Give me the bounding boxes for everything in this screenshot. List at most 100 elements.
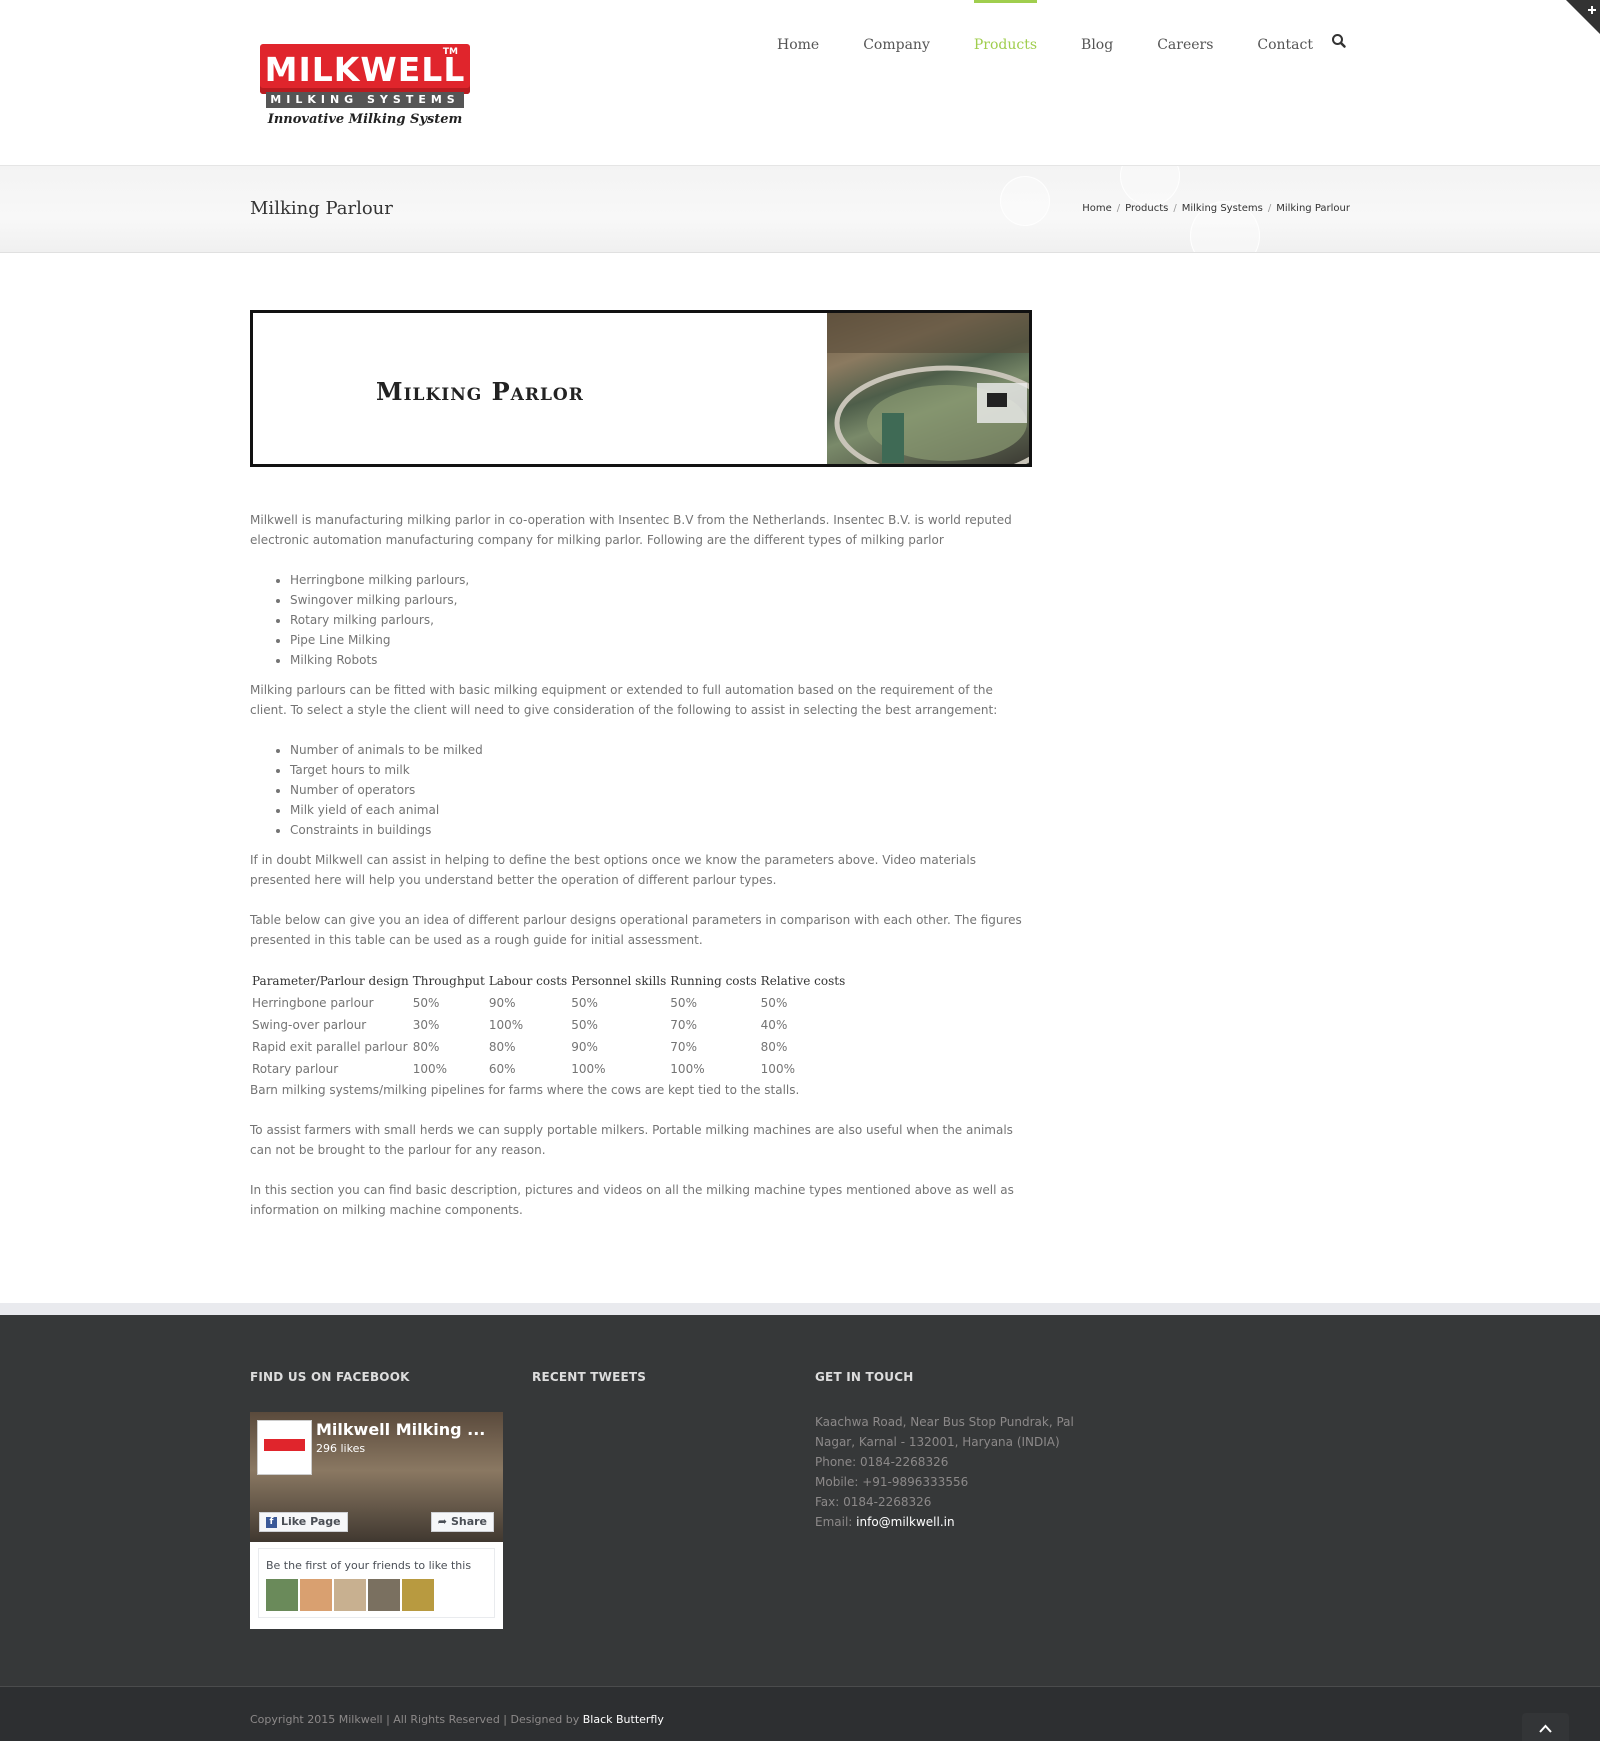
table-cell: Rotary parlour	[252, 1062, 339, 1076]
logo-tagline: Innovative Milking System	[267, 112, 463, 127]
breadcrumb-home[interactable]: Home	[1082, 203, 1112, 214]
nav-products[interactable]: Products	[952, 0, 1059, 90]
table-cell: 50%	[571, 996, 598, 1010]
parlour-types-list: Herringbone milking parlours, Swingover …	[290, 570, 1032, 670]
share-icon: ➦	[437, 1515, 447, 1528]
facebook-cover-photo[interactable]: Milkwell Milking ... 296 likes f Like Pa…	[250, 1412, 503, 1542]
decorative-bubble	[1000, 176, 1050, 226]
facebook-widget-title: FIND US ON FACEBOOK	[250, 1370, 410, 1384]
friend-avatar[interactable]	[300, 1579, 332, 1611]
designer-link[interactable]: Black Butterfly	[583, 1713, 664, 1726]
breadcrumb-separator: /	[1116, 203, 1121, 214]
nav-home[interactable]: Home	[755, 0, 841, 90]
copyright-text: Copyright 2015 Milkwell | All Rights Res…	[250, 1713, 664, 1726]
table-cell: Swing-over parlour	[252, 1018, 367, 1032]
table-intro-paragraph: Table below can give you an idea of diff…	[250, 913, 1022, 947]
logo-trademark: TM	[442, 47, 458, 57]
table-cell: 100%	[488, 1018, 524, 1032]
breadcrumb-separator: /	[1173, 203, 1177, 214]
friend-avatars	[266, 1579, 434, 1611]
list-item: Constraints in buildings	[290, 820, 1032, 840]
list-item: Rotary milking parlours,	[290, 610, 1032, 630]
site-header: MILKWELL TM MILKING SYSTEMS Innovative M…	[0, 0, 1600, 166]
column-header: Running costs	[670, 974, 757, 988]
column-header: Labour costs	[488, 974, 568, 988]
contact-widget-title: GET IN TOUCH	[815, 1370, 914, 1384]
like-button-label: Like Page	[281, 1515, 341, 1528]
friend-avatar[interactable]	[334, 1579, 366, 1611]
table-row: Rapid exit parallel parlour 80% 80% 90% …	[250, 1036, 847, 1058]
nav-blog[interactable]: Blog	[1059, 0, 1135, 90]
address-line: Kaachwa Road, Near Bus Stop Pundrak, Pal	[815, 1415, 1074, 1429]
logo-word: MILKWELL	[264, 50, 466, 89]
nav-careers[interactable]: Careers	[1135, 0, 1235, 90]
section-info-paragraph: In this section you can find basic descr…	[250, 1183, 1014, 1217]
email-label: Email:	[815, 1515, 857, 1529]
email-link[interactable]: info@milkwell.in	[856, 1515, 954, 1529]
table-cell: 30%	[412, 1018, 440, 1032]
table-cell: 60%	[488, 1062, 516, 1076]
copyright-bar: Copyright 2015 Milkwell | All Rights Res…	[0, 1686, 1600, 1741]
search-icon[interactable]	[1330, 32, 1348, 50]
table-cell: 100%	[412, 1062, 448, 1076]
friend-avatar[interactable]	[266, 1579, 298, 1611]
page-title: Milking Parlour	[250, 198, 393, 219]
selection-paragraph: Milking parlours can be fitted with basi…	[250, 683, 998, 717]
address-line: Nagar, Karnal - 132001, Haryana (INDIA)	[815, 1435, 1060, 1449]
sliding-bar-toggle[interactable]	[1566, 0, 1600, 34]
breadcrumb-products[interactable]: Products	[1125, 203, 1168, 214]
table-cell: 100%	[571, 1062, 606, 1076]
table-cell: 100%	[760, 1062, 795, 1076]
nav-company[interactable]: Company	[841, 0, 952, 90]
logo-badge: MILKWELL TM	[260, 44, 470, 94]
friend-avatar[interactable]	[402, 1579, 434, 1611]
facebook-page-plugin: Milkwell Milking ... 296 likes f Like Pa…	[250, 1412, 503, 1629]
table-cell: 80%	[488, 1040, 516, 1054]
facebook-page-avatar[interactable]	[257, 1420, 312, 1475]
email-row: Email: info@milkwell.in	[815, 1512, 1074, 1532]
table-cell: 100%	[670, 1062, 705, 1076]
column-header: Parameter/Parlour design	[252, 974, 409, 988]
considerations-list: Number of animals to be milked Target ho…	[290, 740, 1032, 840]
banner-title: Milking Parlor	[376, 377, 584, 406]
nav-contact[interactable]: Contact	[1235, 0, 1335, 90]
decorative-bubble	[1120, 166, 1180, 206]
breadcrumb-milking-systems[interactable]: Milking Systems	[1182, 203, 1263, 214]
column-header: Throughput	[412, 974, 485, 988]
friend-avatar[interactable]	[368, 1579, 400, 1611]
milkwell-logo[interactable]: MILKWELL TM MILKING SYSTEMS Innovative M…	[254, 44, 476, 134]
fax-number: Fax: 0184-2268326	[815, 1495, 932, 1509]
milking-parlor-banner: Milking Parlor	[250, 310, 1032, 467]
list-item: Pipe Line Milking	[290, 630, 1032, 650]
portable-milkers-paragraph: To assist farmers with small herds we ca…	[250, 1123, 1013, 1157]
intro-paragraph: Milkwell is manufacturing milking parlor…	[250, 513, 1012, 547]
breadcrumb-separator: /	[1267, 203, 1272, 214]
column-header: Relative costs	[760, 974, 846, 988]
facebook-share-button[interactable]: ➦ Share	[430, 1512, 494, 1532]
facebook-likes-count: 296 likes	[316, 1442, 366, 1455]
table-cell: 50%	[670, 996, 697, 1010]
table-cell: 80%	[412, 1040, 440, 1054]
table-cell: 50%	[760, 996, 788, 1010]
assist-paragraph: If in doubt Milkwell can assist in helpi…	[250, 853, 976, 887]
scroll-to-top-button[interactable]	[1522, 1713, 1569, 1741]
table-cell: Rapid exit parallel parlour	[252, 1040, 408, 1054]
avatar-logo-mark	[264, 1439, 305, 1451]
phone-number: Phone: 0184-2268326	[815, 1455, 949, 1469]
table-row: Swing-over parlour 30% 100% 50% 70% 40%	[250, 1014, 847, 1036]
mobile-number: Mobile: +91-9896333556	[815, 1475, 969, 1489]
table-cell: 70%	[670, 1018, 697, 1032]
table-cell: 80%	[760, 1040, 788, 1054]
facebook-icon: f	[266, 1516, 277, 1528]
facebook-like-button[interactable]: f Like Page	[259, 1512, 348, 1532]
tweets-widget-title: RECENT TWEETS	[532, 1370, 647, 1384]
table-header-row: Parameter/Parlour design Throughput Labo…	[250, 970, 847, 992]
logo-subtitle: MILKING SYSTEMS	[266, 92, 464, 108]
facebook-page-name[interactable]: Milkwell Milking ...	[316, 1420, 485, 1439]
table-cell: 70%	[670, 1040, 697, 1054]
table-row: Rotary parlour 100% 60% 100% 100% 100%	[250, 1058, 847, 1080]
table-cell: 90%	[488, 996, 516, 1010]
rotary-parlour-photo	[827, 313, 1029, 464]
table-cell: 50%	[412, 996, 440, 1010]
barn-systems-paragraph: Barn milking systems/milking pipelines f…	[250, 1083, 800, 1097]
